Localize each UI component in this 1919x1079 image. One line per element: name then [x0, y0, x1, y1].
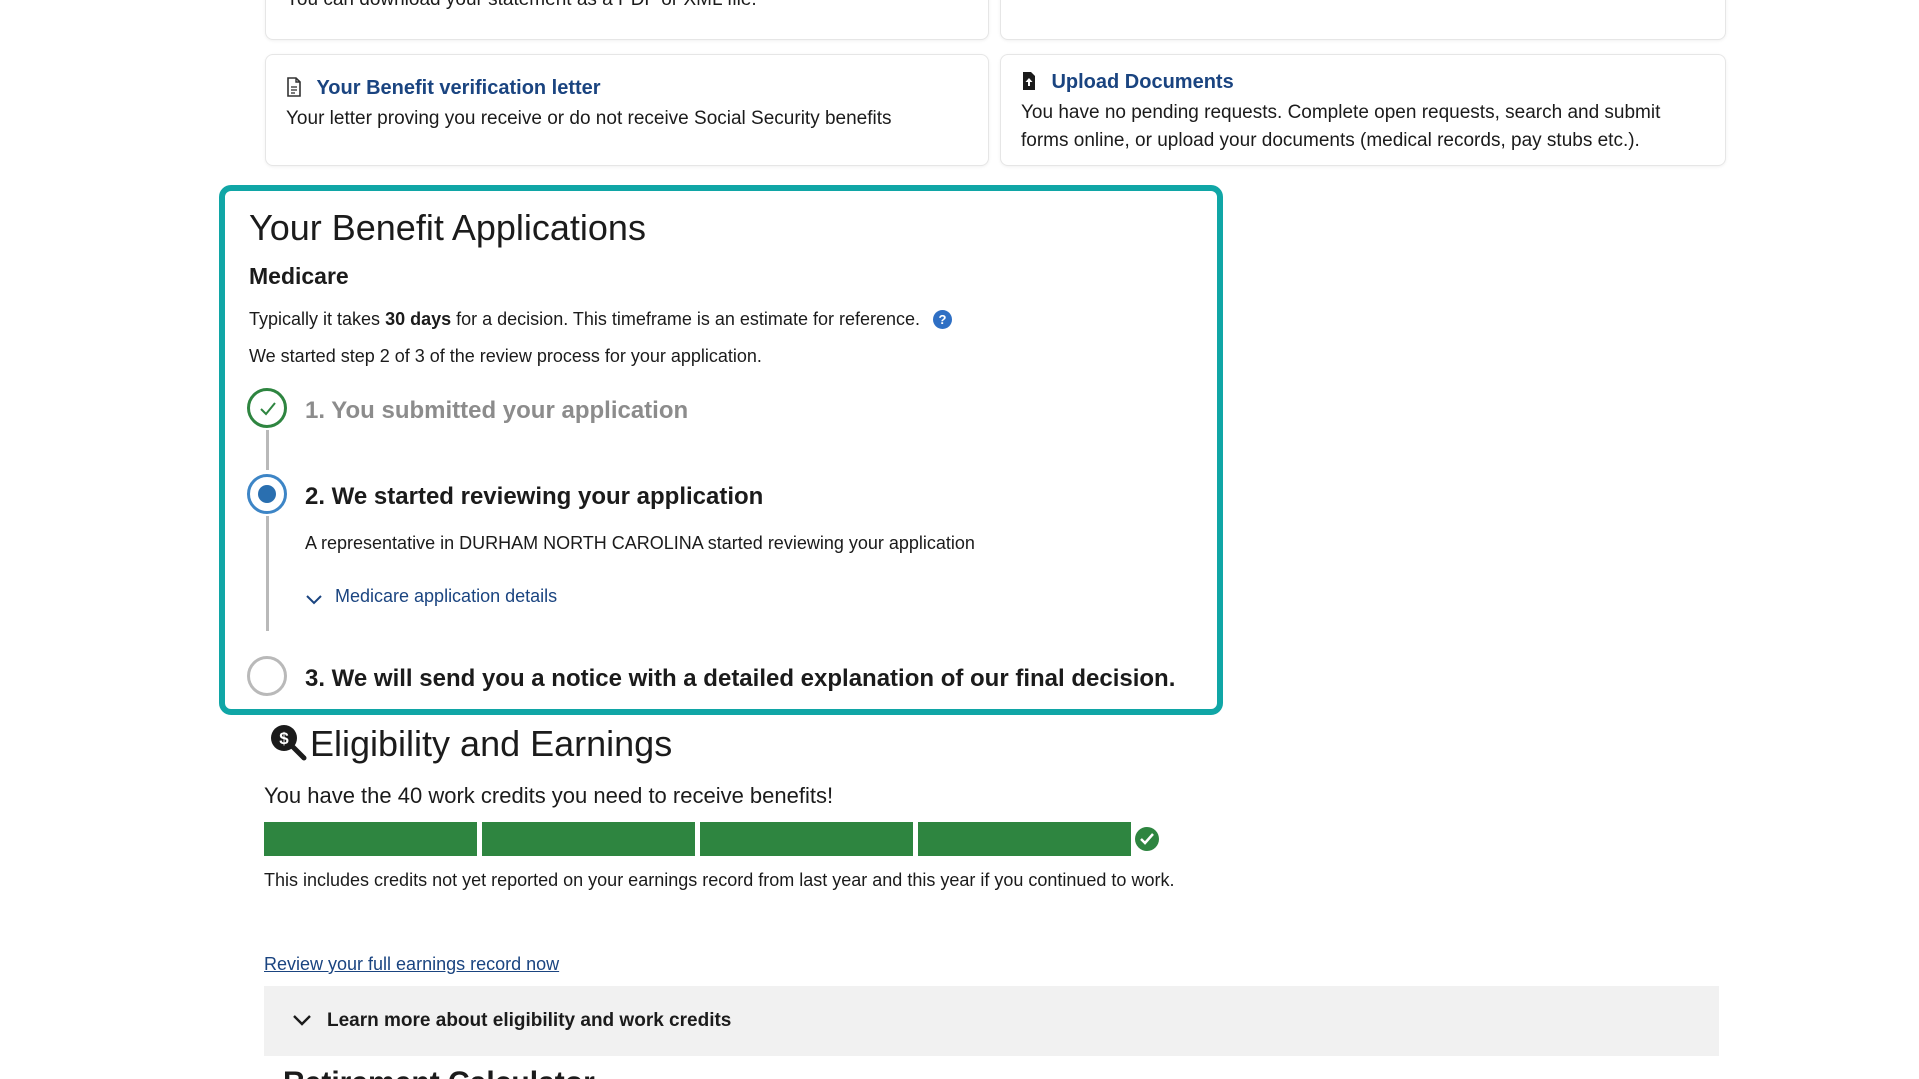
statement-card: You can download your statement as a PDF…: [265, 0, 989, 40]
credits-segment: [482, 822, 695, 856]
step-1-label: 1. You submitted your application: [305, 397, 689, 424]
timeframe-pre: Typically it takes: [249, 309, 381, 329]
medicare-details-link[interactable]: Medicare application details: [335, 586, 557, 606]
verification-letter-desc: Your letter proving you receive or do no…: [286, 108, 892, 129]
section-title: Your Benefit Applications: [249, 207, 646, 248]
step-2-label: 2. We started reviewing your application: [305, 483, 764, 510]
upload-documents-card[interactable]: Upload Documents You have no pending req…: [1000, 54, 1726, 166]
step-active-icon: [247, 474, 287, 514]
credits-segment: [918, 822, 1131, 856]
upload-documents-desc-line1: You have no pending requests. Complete o…: [1021, 102, 1661, 123]
verification-letter-link[interactable]: Your Benefit verification letter: [316, 77, 600, 100]
review-earnings-link[interactable]: Review your full earnings record now: [264, 954, 559, 975]
eligibility-accordion[interactable]: Learn more about eligibility and work cr…: [264, 986, 1719, 1056]
credits-note: This includes credits not yet reported o…: [264, 870, 1175, 890]
svg-text:$: $: [279, 729, 289, 748]
next-section-heading: Retirement Calculator: [283, 1068, 595, 1079]
credits-text: You have the 40 work credits you need to…: [264, 783, 834, 808]
chevron-down-icon: [305, 590, 323, 611]
verification-letter-card[interactable]: Your Benefit verification letter Your le…: [265, 54, 989, 166]
credits-segment: [264, 822, 477, 856]
document-icon: [286, 77, 302, 102]
medicare-details-toggle[interactable]: Medicare application details: [306, 586, 557, 607]
progress-text: We started step 2 of 3 of the review pro…: [249, 346, 762, 366]
upload-documents-link[interactable]: Upload Documents: [1051, 71, 1233, 94]
timeframe-post: for a decision. This timeframe is an est…: [456, 309, 921, 329]
magnifier-dollar-icon: $: [268, 722, 308, 767]
step-complete-icon: [247, 388, 287, 428]
step-2-note: A representative in DURHAM NORTH CAROLIN…: [305, 533, 975, 553]
accordion-label: Learn more about eligibility and work cr…: [327, 1010, 732, 1031]
credits-segment: [700, 822, 913, 856]
step-3-label: 3. We will send you a notice with a deta…: [305, 665, 1176, 692]
eligibility-title: Eligibility and Earnings: [310, 723, 673, 764]
step-connector: [266, 516, 269, 631]
credits-complete-icon: [1135, 827, 1159, 851]
upload-documents-desc-line2: forms online, or upload your documents (…: [1021, 130, 1640, 151]
benefit-applications-section: Your Benefit Applications Medicare Typic…: [219, 185, 1223, 715]
timeframe-days: 30 days: [385, 309, 452, 329]
step-connector: [266, 430, 269, 470]
step-pending-icon: [247, 656, 287, 696]
blank-card: [1000, 0, 1726, 40]
upload-file-icon: [1021, 71, 1037, 96]
help-icon[interactable]: ?: [933, 310, 953, 329]
timeframe-text: Typically it takes 30 days for a decisio…: [249, 309, 953, 330]
chevron-down-icon: [292, 1014, 312, 1032]
statement-note: You can download your statement as a PDF…: [286, 0, 757, 11]
program-name: Medicare: [249, 263, 349, 289]
